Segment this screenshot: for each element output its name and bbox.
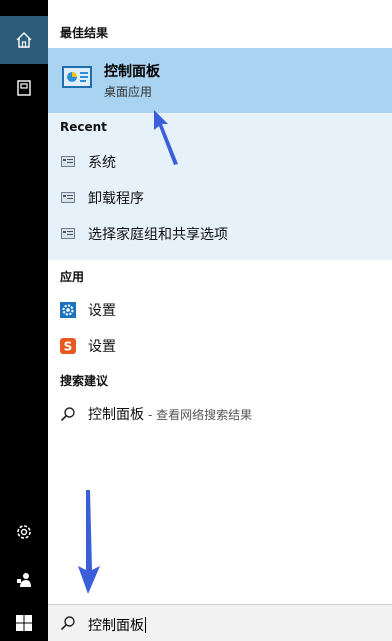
home-icon xyxy=(16,32,32,48)
documents-icon xyxy=(17,80,31,96)
home-button[interactable] xyxy=(0,16,48,64)
recent-item-uninstall[interactable]: 卸载程序 xyxy=(48,180,392,216)
suggestion-query: 控制面板 xyxy=(88,407,144,423)
recent-item-label: 选择家庭组和共享选项 xyxy=(88,227,228,243)
control-panel-small-icon xyxy=(60,190,76,206)
suggestions-header: 搜索建议 xyxy=(60,374,109,388)
recent-header: Recent xyxy=(60,120,107,134)
user-icon xyxy=(17,573,31,587)
apps-header: 应用 xyxy=(60,270,85,284)
left-rail xyxy=(0,0,48,641)
windows-start-icon xyxy=(16,614,32,631)
web-suggestion-item[interactable]: 控制面板 - 查看网络搜索结果 xyxy=(48,396,392,432)
app-item-settings-sogou[interactable]: S 设置 xyxy=(48,328,392,364)
app-item-label: 设置 xyxy=(88,303,116,319)
control-panel-small-icon xyxy=(60,226,76,242)
best-match-header: 最佳结果 xyxy=(60,26,109,40)
best-match-subtitle: 桌面应用 xyxy=(104,85,153,99)
search-icon xyxy=(60,616,75,631)
annotation-arrow-up xyxy=(154,110,178,165)
control-panel-icon xyxy=(62,66,92,88)
settings-button[interactable] xyxy=(0,508,48,556)
settings-gear-icon xyxy=(17,525,31,539)
recent-item-homegroup[interactable]: 选择家庭组和共享选项 xyxy=(48,216,392,252)
recent-item-label: 系统 xyxy=(88,155,116,171)
text-caret xyxy=(145,617,146,633)
best-match-title: 控制面板 xyxy=(104,64,160,80)
annotation-arrow-down xyxy=(78,490,100,594)
control-panel-small-icon xyxy=(60,154,76,170)
app-item-label: 设置 xyxy=(88,339,116,355)
search-icon xyxy=(60,406,76,422)
svg-text:S: S xyxy=(64,340,73,354)
recent-item-label: 卸载程序 xyxy=(88,191,144,207)
suggestion-hint: - 查看网络搜索结果 xyxy=(148,407,253,422)
recent-item-system[interactable]: 系统 xyxy=(48,144,392,180)
user-button[interactable] xyxy=(0,556,48,604)
search-input[interactable]: 控制面板 xyxy=(88,615,146,635)
start-button[interactable] xyxy=(0,604,48,641)
documents-button[interactable] xyxy=(0,64,48,112)
sogou-settings-icon: S xyxy=(60,338,76,354)
best-match-item[interactable] xyxy=(48,48,392,113)
app-item-settings[interactable]: 设置 xyxy=(48,292,392,328)
search-input-value: 控制面板 xyxy=(88,618,144,634)
search-box[interactable]: 控制面板 xyxy=(48,604,392,641)
settings-app-icon xyxy=(60,302,76,318)
